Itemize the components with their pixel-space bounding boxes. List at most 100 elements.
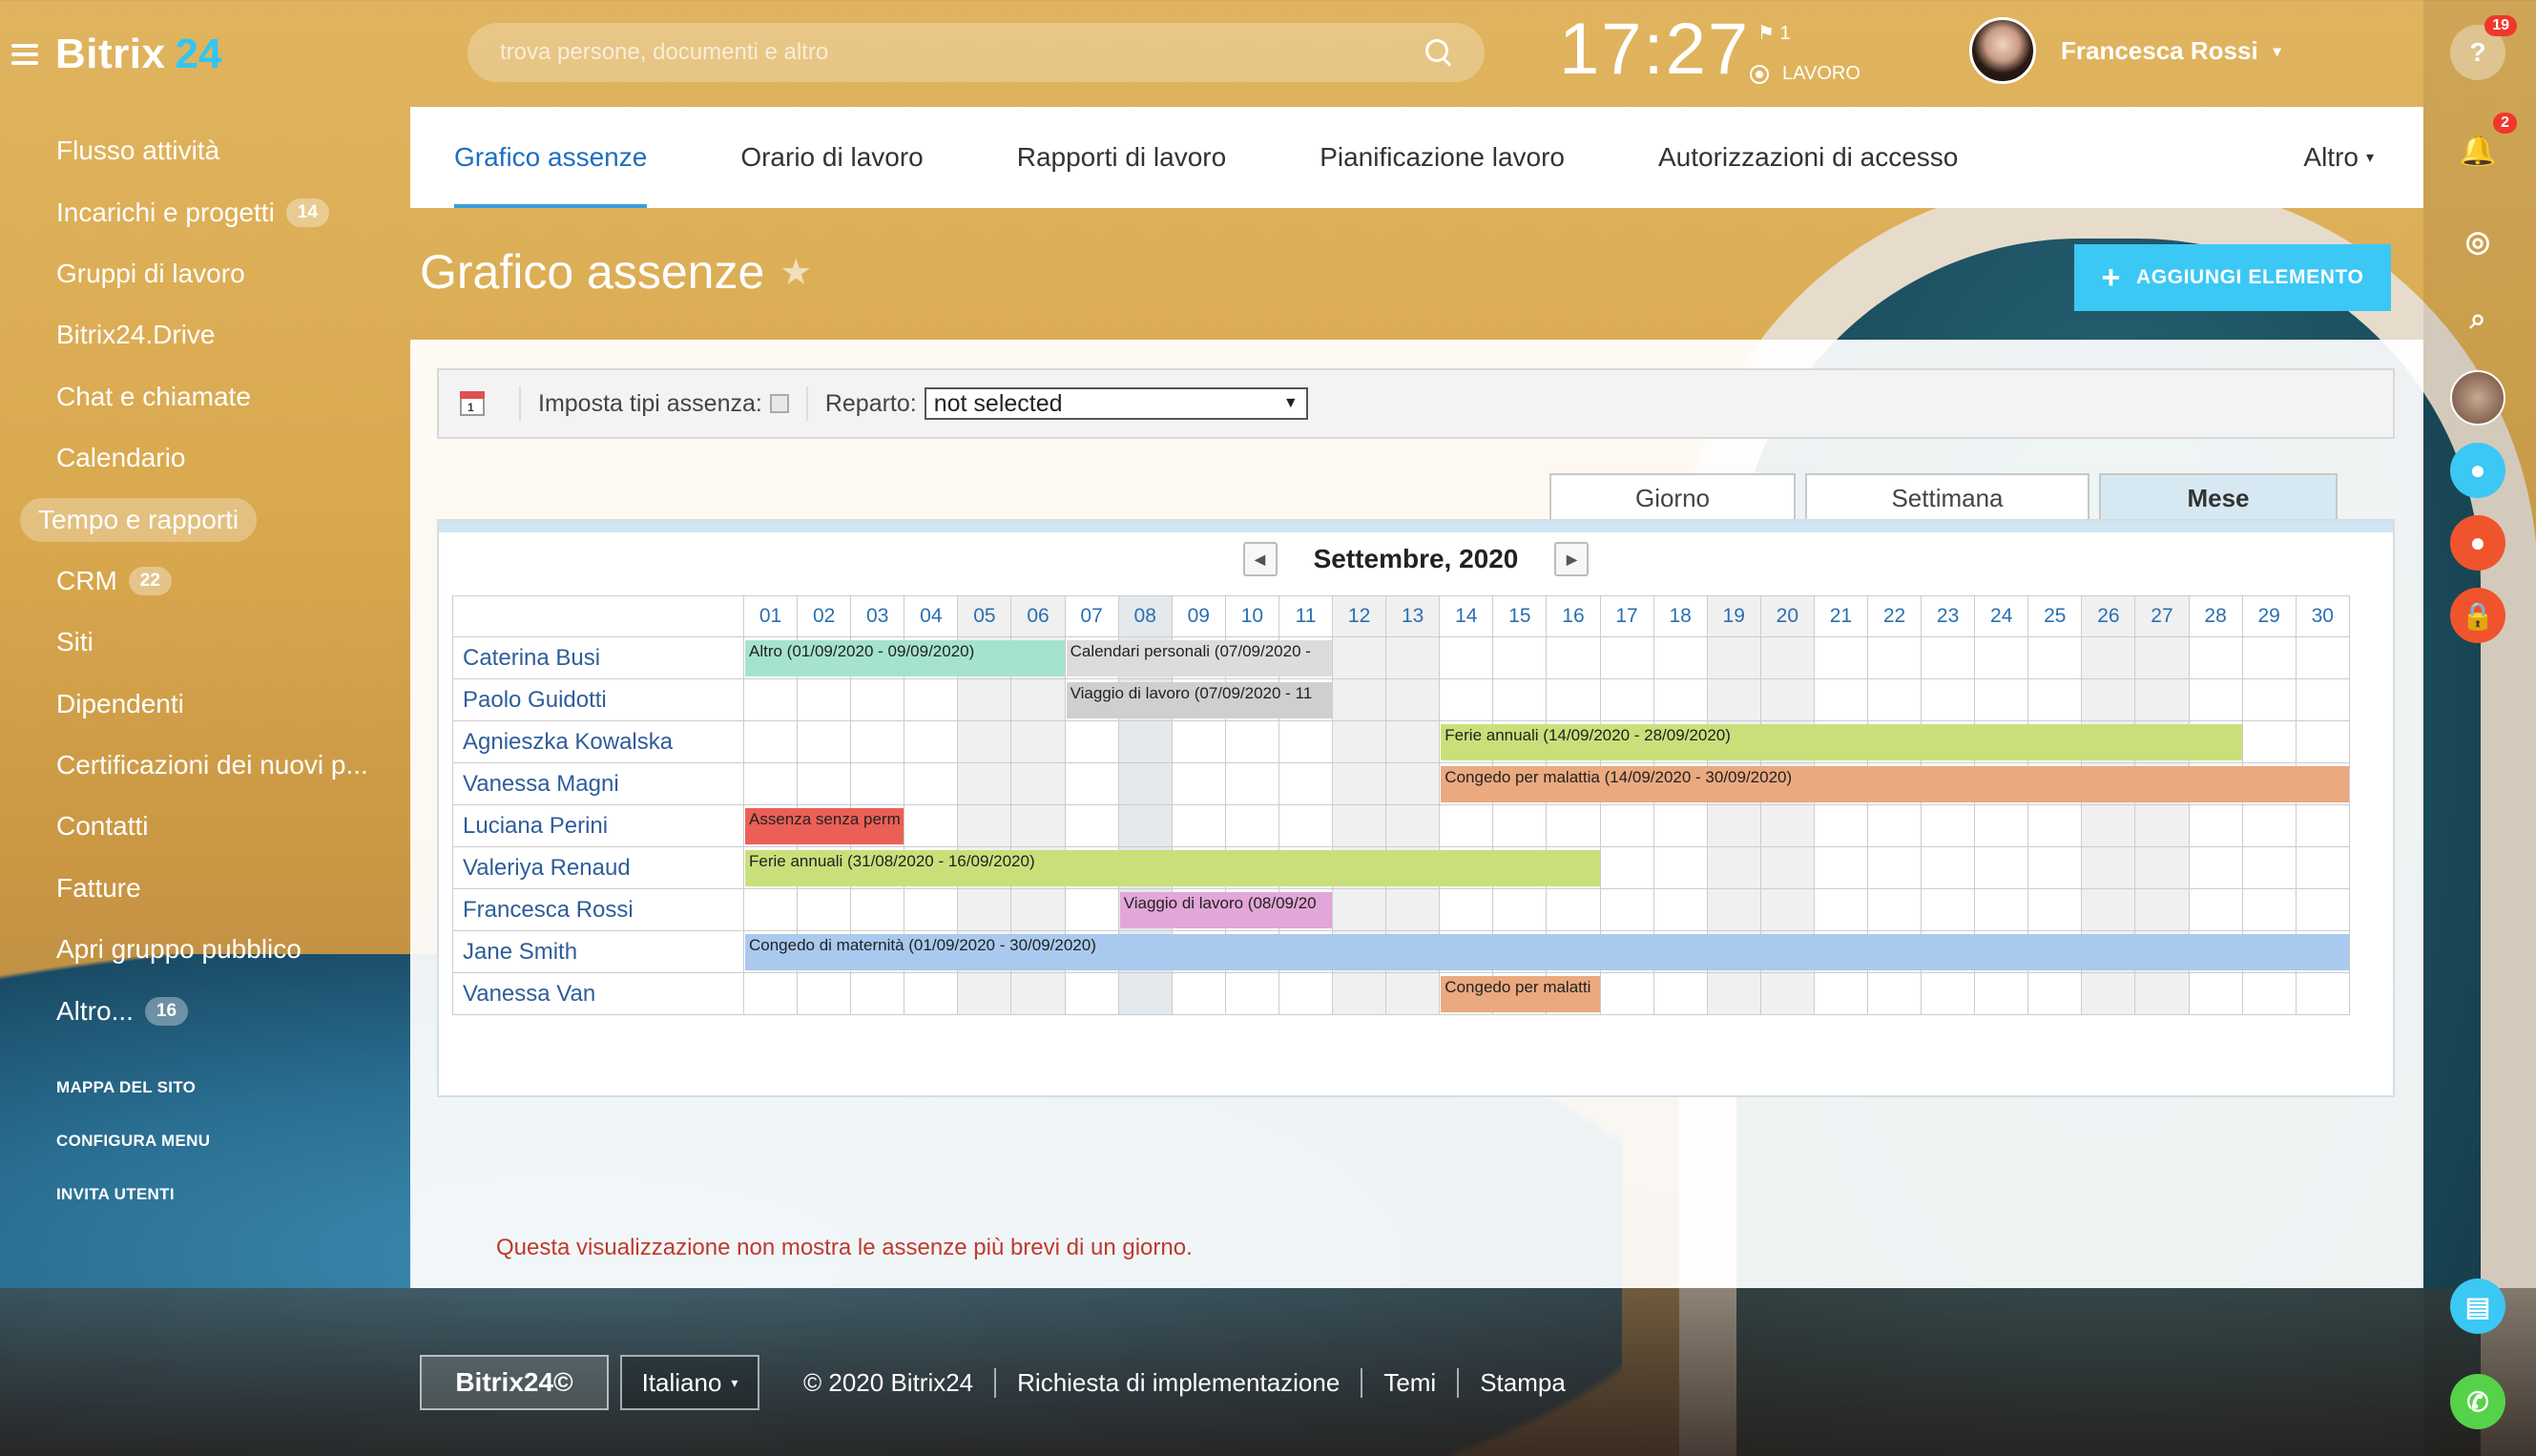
day-cell[interactable] (1333, 637, 1387, 679)
day-cell[interactable] (1975, 973, 2029, 1015)
day-cell[interactable] (2296, 847, 2350, 889)
day-cell[interactable] (2135, 805, 2190, 847)
day-cell[interactable] (2242, 637, 2297, 679)
day-cell[interactable] (2242, 805, 2297, 847)
search-box[interactable] (468, 23, 1485, 82)
day-cell[interactable] (1653, 637, 1708, 679)
day-cell[interactable] (1600, 805, 1654, 847)
day-cell[interactable] (1814, 637, 1868, 679)
day-cell[interactable] (1333, 805, 1387, 847)
tab-work-reports[interactable]: Rapporti di lavoro (1017, 107, 1226, 208)
day-cell[interactable] (1760, 637, 1815, 679)
add-item-button[interactable]: + AGGIUNGI ELEMENTO (2074, 244, 2391, 311)
day-cell[interactable] (904, 721, 959, 763)
day-cell[interactable] (1172, 805, 1226, 847)
sidebar-item[interactable]: Chat e chiamate (38, 366, 368, 427)
day-cell[interactable] (2189, 973, 2243, 1015)
employee-name[interactable]: Caterina Busi (452, 637, 744, 679)
day-cell[interactable] (904, 973, 959, 1015)
day-cell[interactable] (2242, 847, 2297, 889)
absence-bar[interactable]: Congedo per malatti (1441, 976, 1600, 1012)
day-cell[interactable] (1386, 973, 1441, 1015)
language-select[interactable]: Italiano ▾ (620, 1355, 759, 1410)
day-cell[interactable] (1172, 721, 1226, 763)
day-cell[interactable] (2189, 637, 2243, 679)
day-cell[interactable] (2296, 679, 2350, 721)
tab-month[interactable]: Mese (2099, 473, 2338, 521)
day-cell[interactable] (2135, 679, 2190, 721)
day-cell[interactable] (1867, 973, 1923, 1015)
day-cell[interactable] (744, 679, 799, 721)
day-cell[interactable] (904, 679, 959, 721)
tab-day[interactable]: Giorno (1549, 473, 1796, 521)
day-cell[interactable] (1600, 973, 1654, 1015)
work-status[interactable]: LAVORO (1750, 63, 1860, 85)
sidebar-item[interactable]: Fatture (38, 858, 368, 919)
user-avatar[interactable] (1969, 17, 2036, 84)
day-cell[interactable] (1065, 805, 1119, 847)
day-cell[interactable] (1278, 805, 1334, 847)
day-cell[interactable] (1278, 973, 1334, 1015)
day-cell[interactable] (1011, 805, 1066, 847)
day-cell[interactable] (1065, 721, 1119, 763)
calendar-icon[interactable]: 1 (460, 391, 485, 416)
day-cell[interactable] (1867, 637, 1923, 679)
day-cell[interactable] (1333, 763, 1387, 805)
day-cell[interactable] (1975, 805, 2029, 847)
user-menu[interactable]: Francesca Rossi ▾ (2061, 36, 2281, 66)
day-cell[interactable] (1172, 763, 1226, 805)
day-cell[interactable] (1814, 805, 1868, 847)
absence-bar[interactable]: Ferie annuali (14/09/2020 - 28/09/2020) (1441, 724, 2242, 760)
day-cell[interactable] (1707, 973, 1761, 1015)
footer-print[interactable]: Stampa (1459, 1368, 1587, 1398)
sidebar-item[interactable]: Bitrix24.Drive (38, 304, 368, 365)
day-cell[interactable] (1760, 973, 1815, 1015)
logo-number[interactable]: 24 (175, 31, 221, 78)
day-cell[interactable] (2028, 889, 2083, 931)
user-contact-icon[interactable]: ● (2450, 443, 2505, 498)
day-cell[interactable] (2135, 889, 2190, 931)
day-cell[interactable] (1760, 847, 1815, 889)
day-cell[interactable] (2082, 637, 2136, 679)
day-cell[interactable] (798, 679, 852, 721)
day-cell[interactable] (2028, 637, 2083, 679)
day-cell[interactable] (2189, 679, 2243, 721)
invite-users-link[interactable]: INVITA UTENTI (56, 1185, 210, 1238)
day-cell[interactable] (1867, 805, 1923, 847)
employee-name[interactable]: Paolo Guidotti (452, 679, 744, 721)
day-cell[interactable] (2135, 973, 2190, 1015)
day-cell[interactable] (1653, 889, 1708, 931)
day-cell[interactable] (798, 973, 852, 1015)
day-cell[interactable] (904, 805, 959, 847)
day-cell[interactable] (1814, 847, 1868, 889)
day-cell[interactable] (1814, 973, 1868, 1015)
day-cell[interactable] (1922, 973, 1976, 1015)
day-cell[interactable] (851, 721, 905, 763)
absence-bar[interactable]: Calendari personali (07/09/2020 - (1066, 640, 1333, 676)
more-tabs-button[interactable]: Altro ▾ (2303, 142, 2374, 173)
day-cell[interactable] (798, 889, 852, 931)
day-cell[interactable] (1440, 805, 1494, 847)
day-cell[interactable] (1493, 679, 1548, 721)
day-cell[interactable] (2296, 973, 2350, 1015)
day-cell[interactable] (1653, 679, 1708, 721)
next-month-button[interactable]: ▶ (1554, 542, 1590, 576)
day-cell[interactable] (1333, 889, 1387, 931)
day-cell[interactable] (2242, 889, 2297, 931)
day-cell[interactable] (1922, 637, 1976, 679)
tab-work-hours[interactable]: Orario di lavoro (740, 107, 923, 208)
sidebar-item[interactable]: Altro... 16 (38, 980, 368, 1041)
footer-logo[interactable]: Bitrix24© (420, 1355, 609, 1410)
sidebar-item[interactable]: Incarichi e progetti 14 (38, 181, 368, 242)
absence-bar[interactable]: Congedo di maternità (01/09/2020 - 30/09… (745, 934, 2349, 970)
day-cell[interactable] (1653, 973, 1708, 1015)
day-cell[interactable] (1333, 721, 1387, 763)
employee-name[interactable]: Agnieszka Kowalska (452, 721, 744, 763)
day-cell[interactable] (1386, 805, 1441, 847)
sidebar-item[interactable]: Contatti (38, 796, 368, 857)
day-cell[interactable] (958, 679, 1012, 721)
day-cell[interactable] (744, 889, 799, 931)
day-cell[interactable] (744, 973, 799, 1015)
day-cell[interactable] (1333, 679, 1387, 721)
day-cell[interactable] (1707, 637, 1761, 679)
